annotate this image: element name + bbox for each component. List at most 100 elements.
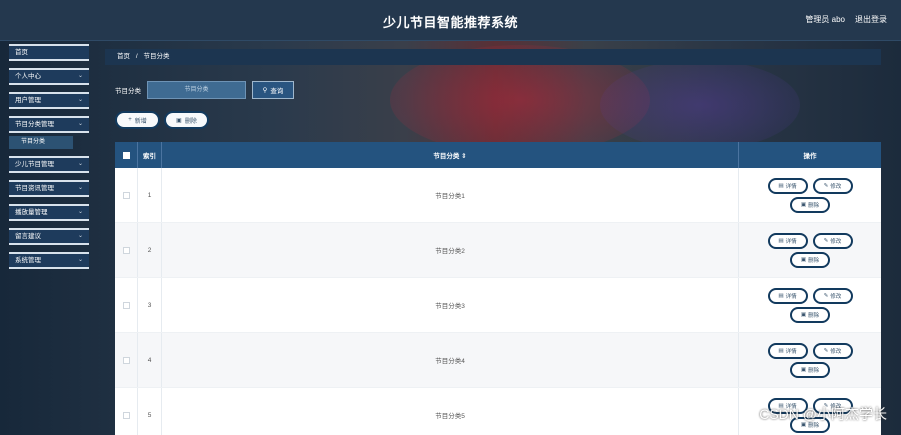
sidebar: 首页 个人中心 ⌄ 用户管理 ⌄ 节目分类管理 ⌄ 节目分类 少儿节目管理 ⌄ …	[9, 44, 89, 276]
header-ops: 操作	[803, 153, 817, 160]
search-bar: 节目分类 节目分类 ⚲ 查询	[115, 81, 294, 99]
delete-button[interactable]: ▣ 删除	[790, 361, 830, 378]
trash-icon: ▣	[800, 201, 807, 208]
row-checkbox[interactable]	[122, 191, 130, 199]
table-row: 3 节目分类3 ▤ 详情 ✎ 修改 ▣ 删除	[115, 278, 881, 333]
detail-label: 详情	[785, 348, 797, 355]
background-decoration	[600, 60, 800, 150]
sidebar-item-label: 留言建议	[15, 233, 41, 240]
delete-button[interactable]: ▣ 删除	[790, 196, 830, 213]
edit-button[interactable]: ✎ 修改	[812, 177, 853, 194]
logout-link[interactable]: 退出登录	[855, 14, 887, 25]
trash-icon: ▣	[800, 256, 807, 263]
trash-icon: ▣	[800, 311, 807, 318]
action-bar: + 新增 ▣ 删除	[115, 111, 209, 129]
edit-label: 修改	[830, 238, 842, 245]
edit-icon: ✎	[823, 347, 829, 354]
row-name: 节目分类4	[162, 333, 739, 387]
sidebar-item-profile[interactable]: 个人中心 ⌄	[9, 68, 89, 85]
trash-icon: ▣	[176, 117, 182, 124]
add-button[interactable]: + 新增	[115, 111, 160, 129]
row-actions: ▤ 详情 ✎ 修改 ▣ 删除	[739, 223, 881, 277]
sidebar-item-category-mgmt[interactable]: 节目分类管理 ⌄	[9, 116, 89, 133]
category-table: 索引 节目分类 ⇕ 操作 1 节目分类1 ▤ 详情 ✎ 修改 ▣ 删除 2 节目分类2…	[115, 142, 881, 435]
edit-icon: ✎	[823, 292, 829, 299]
row-checkbox[interactable]	[122, 246, 130, 254]
select-all-checkbox[interactable]	[122, 151, 130, 159]
row-actions: ▤ 详情 ✎ 修改 ▣ 删除	[739, 278, 881, 332]
chevron-down-icon: ⌄	[77, 185, 83, 191]
breadcrumb: 首页 / 节目分类	[105, 49, 881, 65]
delete-button-label: 删除	[184, 118, 197, 125]
header-index: 索引	[138, 142, 162, 168]
sidebar-item-label: 少儿节目管理	[15, 161, 54, 168]
chevron-down-icon: ⌄	[77, 233, 83, 239]
add-button-label: 新增	[134, 118, 147, 125]
delete-label: 删除	[808, 312, 820, 319]
sidebar-item-label: 首页	[15, 49, 28, 56]
detail-label: 详情	[785, 238, 797, 245]
sidebar-item-users[interactable]: 用户管理 ⌄	[9, 92, 89, 109]
delete-button[interactable]: ▣ 删除	[790, 251, 830, 268]
row-checkbox-cell	[115, 278, 138, 332]
sidebar-item-label: 节目分类管理	[15, 121, 54, 128]
detail-icon: ▤	[778, 182, 784, 189]
row-index: 1	[138, 168, 162, 222]
user-area: 管理员 abo 退出登录	[805, 14, 887, 25]
chevron-down-icon: ⌄	[77, 121, 83, 127]
sidebar-item-label: 用户管理	[15, 97, 41, 104]
edit-icon: ✎	[823, 237, 829, 244]
trash-icon: ▣	[800, 366, 807, 373]
chevron-down-icon: ⌄	[77, 257, 83, 263]
sidebar-item-label: 个人中心	[15, 73, 41, 80]
delete-button[interactable]: ▣ 删除	[790, 306, 830, 323]
row-checkbox[interactable]	[122, 356, 130, 364]
row-checkbox[interactable]	[122, 301, 130, 309]
edit-button[interactable]: ✎ 修改	[812, 342, 853, 359]
search-button[interactable]: ⚲ 查询	[252, 81, 294, 99]
sidebar-item-news[interactable]: 节目资讯管理 ⌄	[9, 180, 89, 197]
header-name[interactable]: 节目分类 ⇕	[162, 142, 739, 168]
row-index: 4	[138, 333, 162, 387]
breadcrumb-home[interactable]: 首页	[117, 53, 130, 60]
watermark: CSDN @小阿杰学长	[759, 406, 887, 422]
search-input[interactable]: 节目分类	[147, 81, 246, 99]
sidebar-item-label: 节目资讯管理	[15, 185, 54, 192]
detail-icon: ▤	[778, 347, 784, 354]
sidebar-item-feedback[interactable]: 留言建议 ⌄	[9, 228, 89, 245]
row-checkbox[interactable]	[122, 411, 130, 419]
top-bar: 少儿节目智能推荐系统 管理员 abo 退出登录	[0, 0, 901, 41]
detail-label: 详情	[785, 183, 797, 190]
edit-icon: ✎	[823, 182, 829, 189]
edit-label: 修改	[830, 183, 842, 190]
detail-button[interactable]: ▤ 详情	[767, 342, 808, 359]
sidebar-item-programs[interactable]: 少儿节目管理 ⌄	[9, 156, 89, 173]
app-title: 少儿节目智能推荐系统	[382, 15, 518, 30]
sidebar-item-home[interactable]: 首页	[9, 44, 89, 61]
delete-label: 删除	[808, 257, 820, 264]
plus-icon: +	[128, 117, 132, 123]
edit-label: 修改	[830, 348, 842, 355]
search-button-label: 查询	[270, 88, 284, 95]
chevron-down-icon: ⌄	[77, 73, 83, 79]
admin-label[interactable]: 管理员 abo	[805, 14, 845, 25]
sidebar-item-system[interactable]: 系统管理 ⌄	[9, 252, 89, 269]
detail-button[interactable]: ▤ 详情	[767, 287, 808, 304]
batch-delete-button[interactable]: ▣ 删除	[164, 111, 209, 129]
row-index: 3	[138, 278, 162, 332]
detail-button[interactable]: ▤ 详情	[767, 177, 808, 194]
detail-button[interactable]: ▤ 详情	[767, 232, 808, 249]
row-actions: ▤ 详情 ✎ 修改 ▣ 删除	[739, 168, 881, 222]
detail-icon: ▤	[778, 292, 784, 299]
row-index: 5	[138, 388, 162, 435]
edit-button[interactable]: ✎ 修改	[812, 232, 853, 249]
sidebar-item-label: 系统管理	[15, 257, 41, 264]
chevron-down-icon: ⌄	[77, 161, 83, 167]
sidebar-item-plays[interactable]: 播放量管理 ⌄	[9, 204, 89, 221]
sidebar-item-label: 播放量管理	[15, 209, 48, 216]
search-label: 节目分类	[115, 88, 141, 95]
row-checkbox-cell	[115, 223, 138, 277]
chevron-down-icon: ⌄	[77, 209, 83, 215]
sidebar-subitem-category[interactable]: 节目分类	[9, 136, 73, 149]
edit-button[interactable]: ✎ 修改	[812, 287, 853, 304]
